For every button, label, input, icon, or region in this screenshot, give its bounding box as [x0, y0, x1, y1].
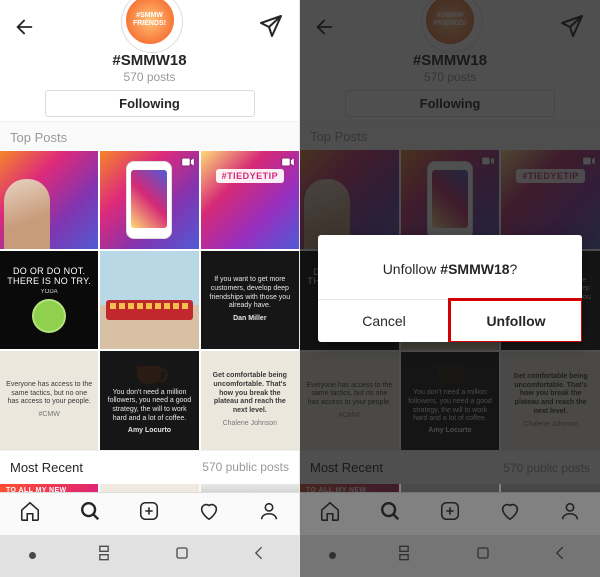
back-arrow-icon[interactable]	[14, 16, 36, 44]
tile-attr: YODA	[41, 289, 58, 295]
android-back-icon[interactable]	[250, 543, 270, 568]
tile-quote: If you want to get more customers, devel…	[207, 276, 293, 311]
profile-icon[interactable]	[258, 500, 280, 527]
post-thumbnail[interactable]: DO OR DO NOT. THERE IS NO TRY. YODA	[0, 251, 98, 349]
post-thumbnail[interactable]	[100, 251, 198, 349]
tile-tag: #TIEDYETIP	[216, 169, 285, 183]
post-count: 570 posts	[0, 70, 299, 84]
cancel-button[interactable]: Cancel	[318, 300, 450, 342]
heart-icon[interactable]	[198, 500, 220, 527]
home-icon[interactable]	[19, 500, 41, 527]
screen-unfollow-dialog: #SMMW FRIENDS! #SMMW18 570 posts Followi…	[300, 0, 600, 577]
tile-quote: You don't need a million followers, you …	[106, 389, 192, 424]
unfollow-button[interactable]: Unfollow	[450, 300, 582, 342]
post-thumbnail[interactable]	[100, 484, 198, 492]
unfollow-dialog: Unfollow #SMMW18? Cancel Unfollow	[318, 235, 582, 342]
tile-attr: Chalene Johnson	[207, 420, 293, 429]
hashtag-story-badge[interactable]: #SMMW FRIENDS!	[124, 0, 176, 46]
tile-quote: Get comfortable being uncomfortable. Tha…	[207, 372, 293, 416]
post-thumbnail[interactable]: You don't need a million followers, you …	[100, 351, 198, 449]
post-thumbnail[interactable]	[100, 151, 198, 249]
mug-icon	[137, 366, 161, 384]
top-posts-label: Top Posts	[0, 122, 299, 151]
dialog-message: Unfollow #SMMW18?	[318, 235, 582, 299]
modal-overlay[interactable]: Unfollow #SMMW18? Cancel Unfollow	[300, 0, 600, 577]
most-recent-header: Most Recent 570 public posts	[0, 450, 299, 484]
yoda-icon	[32, 299, 66, 333]
unfollow-button-label: Unfollow	[486, 313, 545, 329]
header: #SMMW FRIENDS! #SMMW18 570 posts Followi…	[0, 0, 299, 122]
screen-hashtag: #SMMW FRIENDS! #SMMW18 570 posts Followi…	[0, 0, 300, 577]
tile-attr: Dan Miller	[207, 315, 293, 324]
nav-dot	[29, 552, 36, 559]
post-thumbnail[interactable]: Everyone has access to the same tactics,…	[0, 351, 98, 449]
tile-attr: Amy Locurto	[106, 427, 192, 436]
tile-quote: DO OR DO NOT. THERE IS NO TRY.	[7, 266, 91, 286]
top-posts-grid: #TIEDYETIP DO OR DO NOT. THERE IS NO TRY…	[0, 151, 299, 450]
post-thumbnail[interactable]	[0, 151, 98, 249]
paper-plane-icon[interactable]	[259, 14, 283, 43]
post-thumbnail[interactable]	[0, 484, 98, 492]
most-recent-count: 570 public posts	[202, 460, 289, 474]
add-post-icon[interactable]	[138, 500, 160, 527]
tile-attr: #CMW	[6, 411, 92, 420]
instagram-tabbar	[0, 492, 299, 534]
android-home-icon[interactable]	[172, 543, 192, 568]
video-icon	[181, 155, 195, 171]
search-icon[interactable]	[79, 500, 101, 527]
post-thumbnail[interactable]	[201, 484, 299, 492]
most-recent-grid	[0, 484, 299, 492]
video-icon	[281, 155, 295, 171]
recents-icon[interactable]	[94, 543, 114, 568]
most-recent-label: Most Recent	[10, 460, 83, 475]
post-thumbnail[interactable]: #TIEDYETIP	[201, 151, 299, 249]
post-thumbnail[interactable]: Get comfortable being uncomfortable. Tha…	[201, 351, 299, 449]
following-button[interactable]: Following	[45, 90, 255, 117]
android-navbar	[0, 535, 299, 577]
tile-quote: Everyone has access to the same tactics,…	[6, 381, 92, 407]
post-thumbnail[interactable]: If you want to get more customers, devel…	[201, 251, 299, 349]
hashtag-title: #SMMW18	[0, 52, 299, 69]
badge-text: #SMMW FRIENDS!	[126, 12, 174, 27]
